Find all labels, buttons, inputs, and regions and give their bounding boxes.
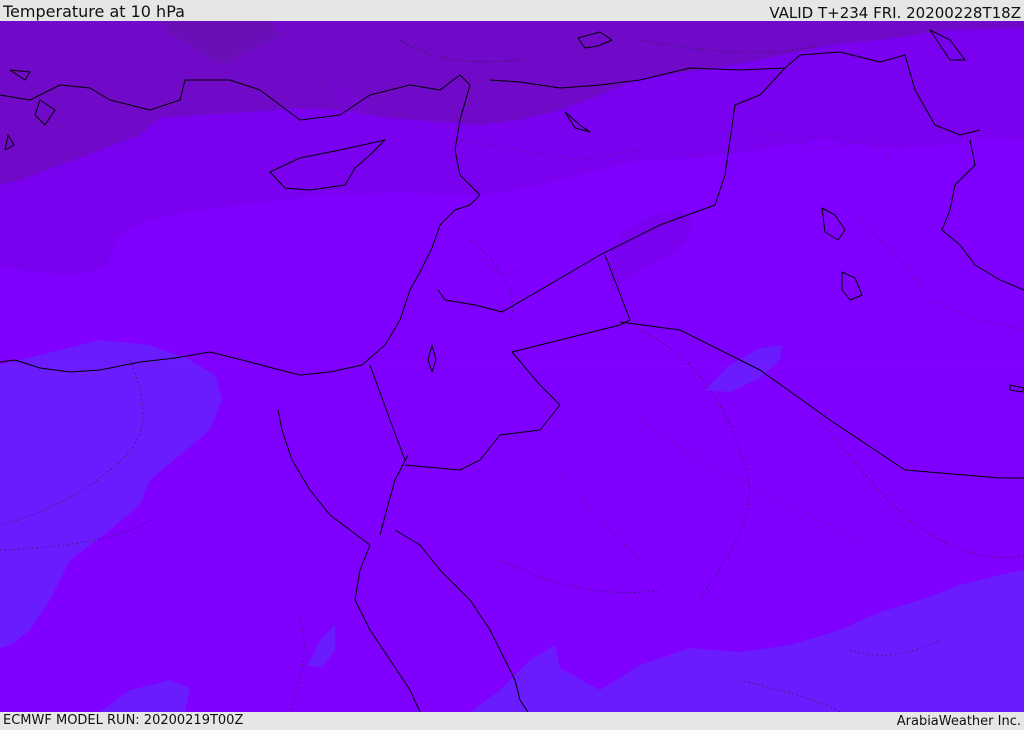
temperature-map [0,21,1024,712]
map-canvas [0,21,1024,712]
credit-label: ArabiaWeather Inc. [896,714,1021,729]
header-bar: Temperature at 10 hPa VALID T+234 FRI. 2… [0,0,1024,22]
valid-time: VALID T+234 FRI. 20200228T18Z [769,4,1021,22]
map-title: Temperature at 10 hPa [3,2,185,21]
footer-bar: ECMWF MODEL RUN: 20200219T00Z ArabiaWeat… [0,712,1024,729]
model-run-label: ECMWF MODEL RUN: 20200219T00Z [3,713,244,728]
